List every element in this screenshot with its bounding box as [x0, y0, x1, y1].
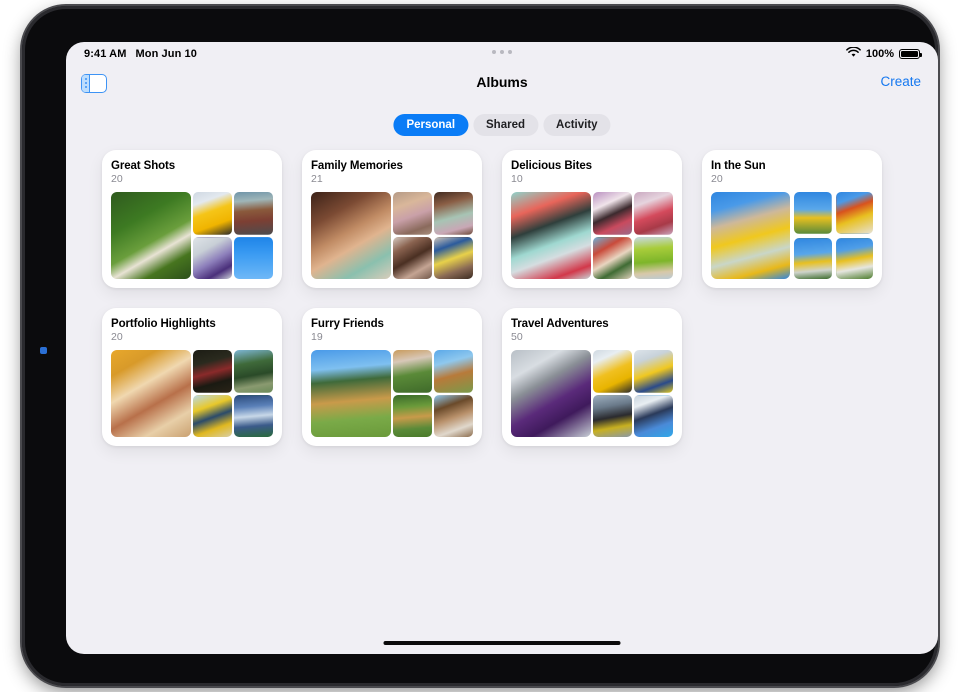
album-card[interactable]: Travel Adventures 50: [502, 308, 682, 446]
album-thumbnail: [193, 236, 232, 279]
segmented-control[interactable]: Personal Shared Activity: [393, 114, 611, 136]
album-thumbnail: [434, 394, 473, 437]
album-title: Great Shots: [111, 160, 176, 172]
album-photo-count: 21: [311, 173, 323, 185]
album-photo-count: 50: [511, 331, 523, 343]
album-thumbnail: [634, 350, 673, 393]
album-hero-thumbnail: [511, 350, 591, 437]
album-thumbnail: [234, 394, 273, 437]
album-photo-count: 19: [311, 331, 323, 343]
album-thumbnail-grid: [311, 192, 473, 279]
album-photo-count: 10: [511, 173, 523, 185]
album-hero-thumbnail: [111, 192, 191, 279]
album-thumbnail: [234, 192, 273, 235]
album-title: Family Memories: [311, 160, 403, 172]
page-title: Albums: [476, 74, 528, 90]
create-button[interactable]: Create: [880, 74, 921, 89]
album-small-thumbnails: [393, 192, 473, 279]
album-thumbnail: [434, 350, 473, 393]
device-frame: 9:41 AM Mon Jun 10 100% Albums Create Pe…: [22, 6, 938, 686]
album-photo-count: 20: [111, 331, 123, 343]
album-title: Furry Friends: [311, 318, 384, 330]
album-thumbnail: [835, 237, 873, 279]
album-photo-count: 20: [111, 173, 123, 185]
album-thumbnail: [393, 394, 432, 437]
album-thumbnail: [794, 192, 832, 234]
album-title: Delicious Bites: [511, 160, 592, 172]
side-indicator-led: [40, 347, 47, 354]
album-thumbnail: [634, 394, 673, 437]
album-thumbnail: [634, 236, 673, 279]
status-time: 9:41 AM: [84, 48, 127, 60]
battery-full-icon: [899, 48, 922, 60]
album-card[interactable]: Furry Friends 19: [302, 308, 482, 446]
album-thumbnail: [234, 350, 273, 393]
home-indicator[interactable]: [383, 640, 621, 645]
album-thumbnail: [193, 192, 232, 235]
segment-activity[interactable]: Activity: [543, 114, 611, 136]
album-small-thumbnails: [593, 350, 673, 437]
album-small-thumbnails: [193, 350, 273, 437]
album-small-thumbnails: [794, 192, 873, 279]
album-thumbnail-grid: [111, 350, 273, 437]
album-small-thumbnails: [593, 192, 673, 279]
segment-shared[interactable]: Shared: [473, 114, 539, 136]
albums-grid: Great Shots 20 Family Memories 21 Delicious …: [102, 150, 907, 446]
album-small-thumbnails: [393, 350, 473, 437]
nav-bar: Albums Create: [66, 68, 938, 108]
album-thumbnail: [593, 394, 632, 437]
album-hero-thumbnail: [511, 192, 591, 279]
album-hero-thumbnail: [111, 350, 191, 437]
album-title: Portfolio Highlights: [111, 318, 216, 330]
status-date: Mon Jun 10: [135, 48, 197, 60]
album-thumbnail-grid: [311, 350, 473, 437]
album-card[interactable]: Family Memories 21: [302, 150, 482, 288]
album-thumbnail: [393, 350, 432, 393]
multitasking-controls-icon[interactable]: [492, 50, 512, 54]
album-card[interactable]: Portfolio Highlights 20: [102, 308, 282, 446]
album-thumbnail: [434, 236, 473, 279]
album-hero-thumbnail: [311, 350, 391, 437]
status-bar-left: 9:41 AM Mon Jun 10: [84, 48, 197, 60]
album-thumbnail: [393, 192, 432, 235]
status-bar: 9:41 AM Mon Jun 10 100%: [66, 42, 938, 66]
album-thumbnail-grid: [711, 192, 873, 279]
album-thumbnail-grid: [111, 192, 273, 279]
album-thumbnail: [193, 394, 232, 437]
album-thumbnail: [593, 192, 632, 235]
album-thumbnail-grid: [511, 350, 673, 437]
wifi-icon: [846, 45, 861, 63]
album-thumbnail: [835, 192, 873, 234]
album-thumbnail-grid: [511, 192, 673, 279]
album-thumbnail: [634, 192, 673, 235]
segment-personal[interactable]: Personal: [393, 114, 469, 136]
battery-percent-label: 100%: [865, 48, 894, 60]
album-hero-thumbnail: [711, 192, 790, 279]
album-thumbnail: [234, 236, 273, 279]
album-thumbnail: [393, 236, 432, 279]
album-thumbnail: [593, 236, 632, 279]
album-photo-count: 20: [711, 173, 723, 185]
album-title: Travel Adventures: [511, 318, 609, 330]
status-bar-right: 100%: [846, 45, 922, 63]
album-hero-thumbnail: [311, 192, 391, 279]
album-thumbnail: [794, 237, 832, 279]
album-card[interactable]: In the Sun 20: [702, 150, 882, 288]
album-title: In the Sun: [711, 160, 766, 172]
album-thumbnail: [593, 350, 632, 393]
album-small-thumbnails: [193, 192, 273, 279]
ipad-screen: 9:41 AM Mon Jun 10 100% Albums Create Pe…: [66, 42, 938, 654]
album-card[interactable]: Delicious Bites 10: [502, 150, 682, 288]
album-card[interactable]: Great Shots 20: [102, 150, 282, 288]
album-thumbnail: [434, 192, 473, 235]
album-thumbnail: [193, 350, 232, 393]
